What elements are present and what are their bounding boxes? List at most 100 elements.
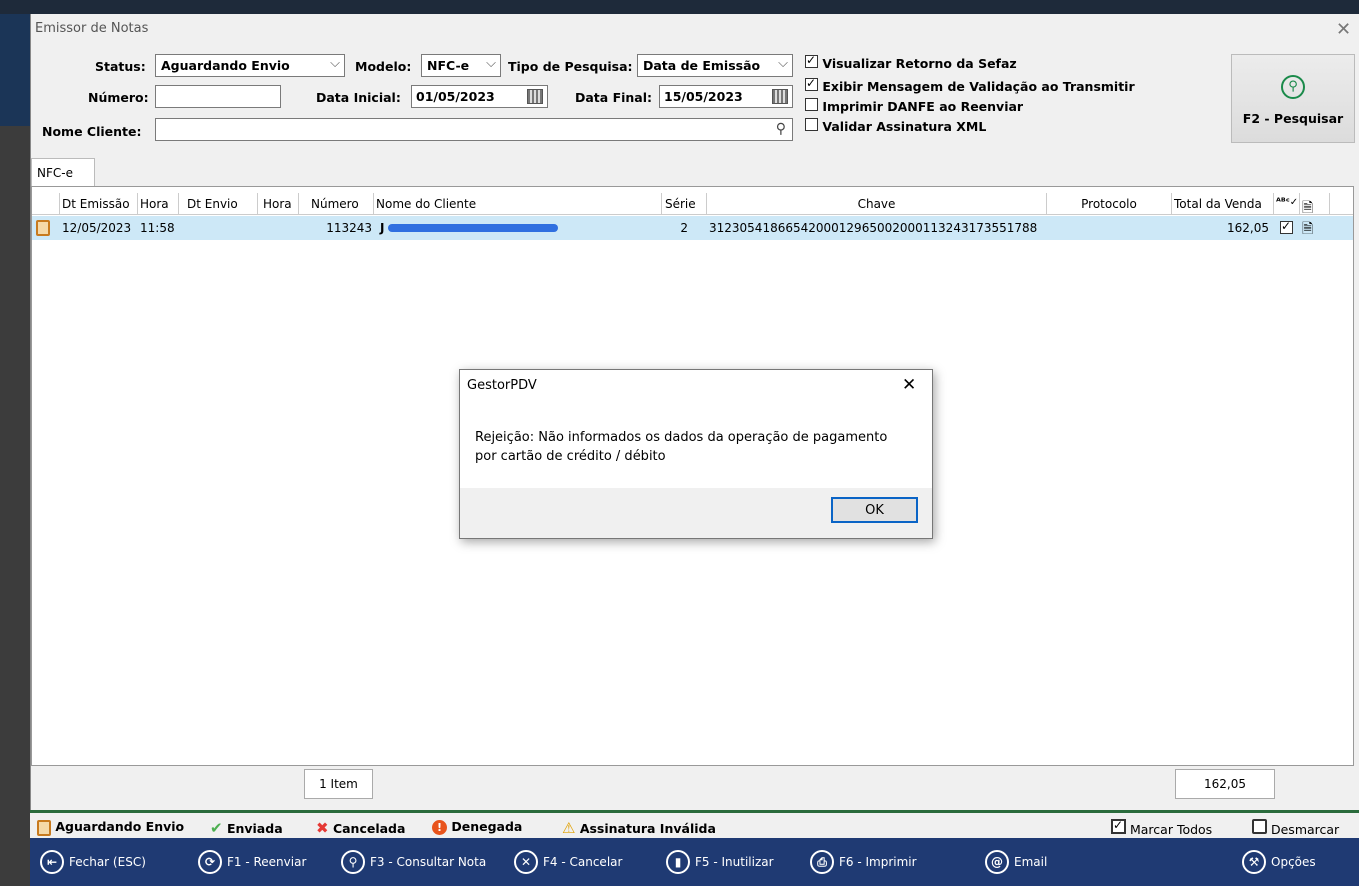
marcar-todos-button[interactable]: Marcar Todos — [1111, 818, 1212, 837]
header-hora-envio[interactable]: Hora — [258, 193, 299, 215]
cell-serie: 2 — [680, 221, 688, 235]
document-icon[interactable]: 🗎 — [1300, 216, 1330, 240]
numero-input[interactable] — [155, 85, 281, 108]
footer-total: 162,05 — [1175, 769, 1275, 799]
dialog-message-line2: por cartão de crédito / débito — [475, 449, 666, 464]
status-label: Status: — [95, 59, 146, 74]
option-visualizar-retorno[interactable]: Visualizar Retorno da Sefaz — [805, 53, 1017, 71]
dialog-close-icon[interactable]: ✕ — [902, 375, 916, 395]
option-imprimir-danfe[interactable]: Imprimir DANFE ao Reenviar — [805, 98, 1023, 114]
chevron-down-icon: ⌵ — [330, 56, 340, 71]
table-row[interactable]: 12/05/2023 11:58 113243 J 2 312305418665… — [32, 216, 1353, 240]
checkbox-icon[interactable] — [805, 118, 818, 131]
chevron-down-icon: ⌵ — [486, 56, 496, 71]
checkbox-icon[interactable] — [1252, 819, 1267, 834]
modelo-label: Modelo: — [355, 59, 412, 74]
warning-icon: ⚠ — [562, 819, 576, 837]
tipo-pesquisa-select[interactable]: Data de Emissão ⌵ — [637, 54, 793, 77]
check-icon: ✔ — [210, 819, 223, 837]
checkbox-checked-icon[interactable] — [805, 53, 818, 68]
hourglass-icon — [37, 819, 51, 836]
action-toolbar: ⇤ Fechar (ESC) ⟳ F1 - Reenviar ⚲ F3 - Consu… — [30, 838, 1359, 886]
spellcheck-icon: ᴬᴮᶜ✓ — [1274, 193, 1300, 215]
trash-icon: ▮ — [666, 850, 690, 874]
ok-button[interactable]: OK — [831, 497, 918, 523]
calendar-icon[interactable] — [772, 89, 788, 104]
pesquisar-button[interactable]: ⚲ F2 - Pesquisar — [1231, 54, 1355, 143]
tipo-pesquisa-label: Tipo de Pesquisa: — [508, 59, 633, 74]
dialog-title: GestorPDV — [467, 378, 537, 393]
grid-header: Dt Emissão Hora Dt Envio Hora Número Nom… — [32, 193, 1353, 215]
data-final-input[interactable]: 15/05/2023 — [659, 85, 793, 108]
checkbox-icon[interactable] — [805, 98, 818, 111]
checkbox-checked-icon[interactable] — [805, 76, 818, 91]
header-serie[interactable]: Série — [662, 193, 707, 215]
email-button[interactable]: @ Email — [985, 850, 1047, 874]
data-inicial-label: Data Inicial: — [316, 90, 401, 105]
pesquisar-label: F2 - Pesquisar — [1242, 111, 1344, 126]
cancelar-button[interactable]: ✕ F4 - Cancelar — [514, 850, 622, 874]
header-hora[interactable]: Hora — [138, 193, 179, 215]
printer-icon: ⎙ — [810, 850, 834, 874]
fechar-button[interactable]: ⇤ Fechar (ESC) — [40, 850, 146, 874]
cell-numero: 113243 — [326, 221, 372, 235]
legend-denegada: ! Denegada — [432, 819, 522, 835]
header-chave[interactable]: Chave — [707, 193, 1047, 215]
row-select-checkbox[interactable] — [1278, 216, 1295, 240]
resend-icon: ⟳ — [198, 850, 222, 874]
hourglass-icon — [36, 216, 50, 240]
nome-cliente-input[interactable]: ⚲ — [155, 118, 793, 141]
data-inicial-input[interactable]: 01/05/2023 — [411, 85, 548, 108]
inutilizar-button[interactable]: ▮ F5 - Inutilizar — [666, 850, 774, 874]
option-exibir-mensagem[interactable]: Exibir Mensagem de Validação ao Transmit… — [805, 76, 1135, 94]
header-status — [32, 193, 60, 215]
window-close-icon[interactable]: ✕ — [1336, 19, 1351, 40]
header-dt-emissao[interactable]: Dt Emissão — [60, 193, 138, 215]
cell-chave: 3123054186654200012965002000113243173551… — [709, 221, 1038, 235]
legend-enviada: ✔ Enviada — [210, 819, 283, 837]
status-select[interactable]: Aguardando Envio ⌵ — [155, 54, 345, 77]
consultar-nota-button[interactable]: ⚲ F3 - Consultar Nota — [341, 850, 486, 874]
cell-protocolo — [1047, 216, 1172, 240]
cell-hora-envio — [258, 216, 299, 240]
items-count: 1 Item — [304, 769, 373, 799]
user-search-icon[interactable]: ⚲ — [776, 121, 786, 137]
window-title: Emissor de Notas — [35, 21, 149, 36]
tab-nfce[interactable]: NFC-e — [31, 158, 95, 186]
search-icon: ⚲ — [341, 850, 365, 874]
modelo-select[interactable]: NFC-e ⌵ — [421, 54, 501, 77]
imprimir-button[interactable]: ⎙ F6 - Imprimir — [810, 850, 917, 874]
desmarcar-button[interactable]: Desmarcar — [1252, 819, 1339, 837]
header-protocolo[interactable]: Protocolo — [1047, 193, 1172, 215]
cell-total: 162,05 — [1227, 221, 1269, 235]
cell-hora: 11:58 — [140, 221, 175, 235]
cancel-icon: ✕ — [514, 850, 538, 874]
header-numero[interactable]: Número — [299, 193, 374, 215]
legend-aguardando: Aguardando Envio — [37, 819, 184, 836]
cell-dt-emissao: 12/05/2023 — [62, 221, 132, 235]
checkbox-checked-icon[interactable] — [1280, 219, 1293, 234]
header-total-venda[interactable]: Total da Venda — [1172, 193, 1274, 215]
status-legend: Aguardando Envio ✔ Enviada ✖ Cancelada !… — [30, 810, 1359, 838]
cell-cliente: J — [380, 221, 385, 235]
search-icon: ⚲ — [1281, 75, 1305, 99]
numero-label: Número: — [88, 90, 149, 105]
chevron-down-icon: ⌵ — [778, 56, 788, 71]
reenviar-button[interactable]: ⟳ F1 - Reenviar — [198, 850, 306, 874]
cell-dt-envio — [179, 216, 258, 240]
background-app-bar — [0, 0, 1359, 14]
legend-assinatura-invalida: ⚠ Assinatura Inválida — [562, 819, 716, 837]
calendar-icon[interactable] — [527, 89, 543, 104]
data-final-label: Data Final: — [575, 90, 653, 105]
header-nome-cliente[interactable]: Nome do Cliente — [374, 193, 662, 215]
redacted-name-bar — [388, 224, 558, 232]
checkbox-checked-icon[interactable] — [1111, 818, 1126, 834]
opcoes-button[interactable]: ⚒ Opções — [1242, 850, 1316, 874]
option-validar-assinatura[interactable]: Validar Assinatura XML — [805, 118, 986, 134]
grid-footer — [31, 766, 1354, 804]
header-dt-envio[interactable]: Dt Envio — [179, 193, 258, 215]
dialog-message-line1: Rejeição: Não informados os dados da ope… — [475, 430, 888, 445]
exit-icon: ⇤ — [40, 850, 64, 874]
exclamation-icon: ! — [432, 820, 447, 835]
background-app-sidebar — [0, 14, 30, 126]
